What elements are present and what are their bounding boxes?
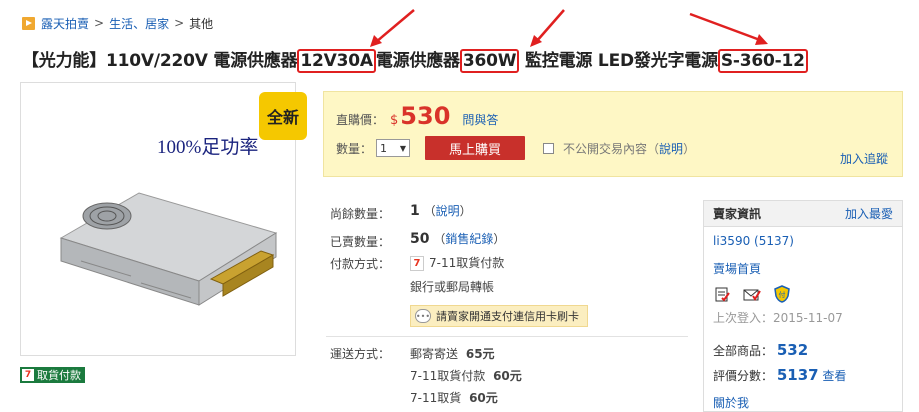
rating-label: 評價分數：: [713, 369, 774, 383]
title-part-1: 【光力能】110V/220V 電源供應器: [22, 51, 298, 71]
private-checkbox[interactable]: [543, 142, 555, 154]
breadcrumb-separator: >: [174, 16, 185, 30]
add-favorite-link[interactable]: 加入最愛: [845, 205, 893, 222]
paren-close: ）: [493, 232, 506, 246]
add-watch-link[interactable]: 加入追蹤: [840, 150, 888, 167]
quantity-label: 數量：: [336, 141, 373, 156]
price-label: 直購價：: [336, 113, 385, 127]
ship-post: 郵寄寄送 65元: [410, 345, 495, 362]
paren-open: （: [647, 141, 660, 156]
all-items-row: 全部商品： 532: [713, 341, 808, 359]
mail-verified-icon[interactable]: [743, 285, 761, 303]
ship-711-price: 60元: [469, 391, 498, 405]
title-part-3: 監控電源 LED發光字電源: [519, 51, 718, 71]
all-items-link[interactable]: 532: [777, 341, 808, 359]
cod-badge-label: 取貨付款: [37, 369, 81, 382]
annotation-arrow-icon: [370, 9, 415, 47]
credit-card-notice[interactable]: ••• 請賣家開通支付連信用卡刷卡: [410, 305, 588, 327]
svg-text:付: 付: [779, 290, 786, 299]
paren-open: （: [423, 204, 436, 218]
new-condition-badge: 全新: [259, 92, 307, 140]
private-transaction-option: 不公開交易內容 （說明）: [543, 140, 695, 157]
verified-doc-icon[interactable]: [713, 285, 731, 303]
private-help-link[interactable]: 說明: [659, 140, 683, 157]
annotation-arrow-icon: [530, 9, 565, 47]
cod-badge: 7 取貨付款: [20, 367, 85, 383]
seven-eleven-icon: 7: [22, 369, 34, 381]
rating-value: 5137: [776, 366, 819, 384]
title-highlight-spec: 12V30A: [297, 49, 376, 73]
seller-header: 賣家資訊 加入最愛: [704, 201, 902, 227]
ship-711-label: 7-11取貨: [410, 391, 462, 405]
price-currency: $: [390, 113, 399, 128]
breadcrumb-link-home[interactable]: 露天拍賣: [41, 15, 89, 32]
divider: [326, 336, 688, 337]
sales-record-link[interactable]: 銷售紀錄: [445, 232, 493, 246]
payment-711: 7 7-11取貨付款: [410, 254, 504, 271]
ship-post-price: 65元: [465, 347, 495, 361]
ship-711-cod: 7-11取貨付款 60元: [410, 367, 522, 384]
remaining-help-link[interactable]: 說明: [436, 204, 460, 218]
paren-close: ）: [683, 141, 696, 156]
seven-eleven-icon: 7: [410, 256, 424, 271]
seller-name-row: li3590 (5137): [713, 234, 794, 248]
auction-home-icon: [22, 16, 35, 30]
seller-name: li3590: [713, 234, 751, 248]
title-highlight-model: S-360-12: [717, 49, 808, 73]
title-highlight-wattage: 360W: [459, 49, 520, 73]
breadcrumb: 露天拍賣 > 生活、居家 > 其他: [22, 14, 213, 32]
about-me-link[interactable]: 關於我: [713, 394, 749, 411]
sold-label: 已賣數量：: [330, 235, 391, 249]
qa-link[interactable]: 問與答: [462, 111, 498, 128]
ship-711-cod-label: 7-11取貨付款: [410, 369, 486, 383]
price-row: 直購價： $ 530 問與答: [336, 102, 498, 130]
title-part-2: 電源供應器: [375, 51, 460, 71]
chevron-down-icon: ▼: [399, 143, 407, 153]
sold-value: 50: [410, 231, 430, 247]
price-value: 530: [400, 102, 451, 130]
breadcrumb-separator: >: [94, 16, 105, 30]
payment-label: 付款方式：: [330, 257, 391, 271]
shipping-label: 運送方式：: [330, 347, 391, 361]
remaining-value: 1: [410, 203, 420, 219]
quantity-select[interactable]: 1 ▼: [376, 139, 411, 157]
notice-text: 請賣家開通支付連信用卡刷卡: [436, 310, 579, 323]
remaining-row: 1 （說明）: [410, 202, 472, 219]
shield-icon[interactable]: 付: [773, 285, 791, 303]
paren-open: （: [433, 232, 446, 246]
private-label: 不公開交易內容: [563, 141, 648, 156]
rating-row: 評價分數： 5137 查看: [713, 366, 846, 384]
last-login-row: 上次登入：2015-11-07: [713, 309, 843, 326]
seller-title: 賣家資訊: [713, 207, 762, 221]
rating-view-link[interactable]: 查看: [822, 369, 846, 383]
seller-panel: 賣家資訊 加入最愛 li3590 (5137) 賣場首頁 付 上次登入：2015…: [703, 200, 903, 412]
product-image[interactable]: 100%足功率: [20, 82, 296, 356]
annotation-arrow-icon: [689, 12, 768, 45]
power-supply-image: 100%足功率: [59, 136, 278, 306]
quantity-value: 1: [380, 141, 388, 155]
breadcrumb-link-category[interactable]: 生活、居家: [109, 15, 169, 32]
buy-now-button[interactable]: 馬上購買: [425, 136, 526, 160]
quantity-row: 數量： 1 ▼ 馬上購買 不公開交易內容 （說明）: [336, 136, 695, 160]
seller-name-link[interactable]: li3590 (5137): [713, 234, 794, 248]
chat-bubble-icon: •••: [415, 309, 431, 323]
paren-close: ）: [459, 204, 472, 218]
all-items-label: 全部商品：: [713, 344, 774, 358]
breadcrumb-current: 其他: [189, 16, 214, 31]
ship-711: 7-11取貨 60元: [410, 389, 498, 406]
payment-bank: 銀行或郵局轉帳: [410, 280, 495, 294]
ship-711-cod-price: 60元: [493, 369, 522, 383]
image-overlay-text: 100%足功率: [157, 136, 258, 158]
last-login-label: 上次登入：: [713, 311, 774, 325]
last-login-date: 2015-11-07: [773, 311, 843, 325]
store-home-link[interactable]: 賣場首頁: [713, 260, 761, 277]
remaining-label: 尚餘數量：: [330, 207, 391, 221]
sold-row: 50 （銷售紀錄）: [410, 230, 505, 247]
payment-711-label: 7-11取貨付款: [429, 256, 505, 270]
buy-box: 直購價： $ 530 問與答 數量： 1 ▼ 馬上購買 不公開交易內容 （說明）…: [323, 91, 903, 177]
seller-badges: 付: [713, 285, 803, 303]
ship-post-label: 郵寄寄送: [410, 347, 459, 361]
seller-score: (5137): [754, 234, 794, 248]
